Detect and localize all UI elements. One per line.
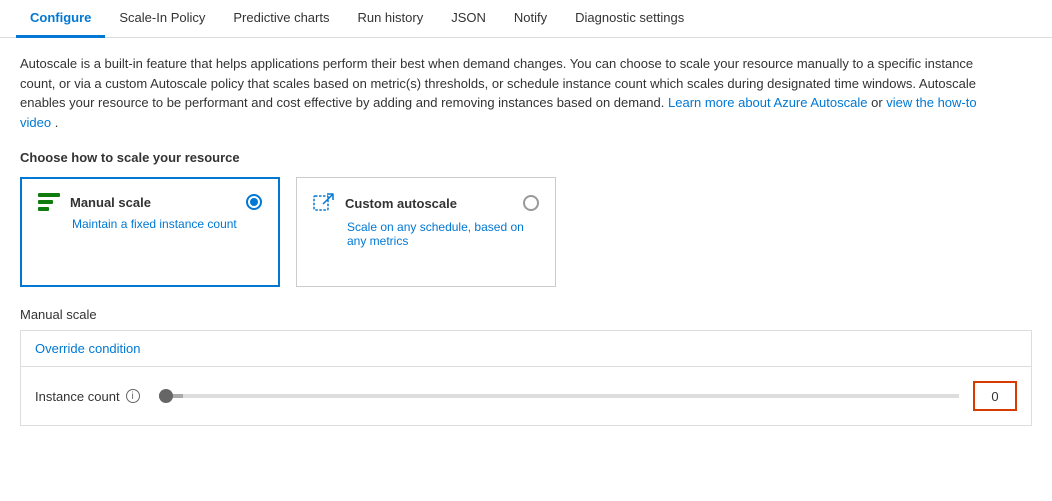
description-period: . bbox=[55, 115, 59, 130]
manual-scale-card[interactable]: Manual scale Maintain a fixed instance c… bbox=[20, 177, 280, 287]
custom-autoscale-card[interactable]: Custom autoscale Scale on any schedule, … bbox=[296, 177, 556, 287]
autoscale-icon bbox=[313, 192, 335, 214]
tab-predictive-charts[interactable]: Predictive charts bbox=[219, 0, 343, 38]
scale-cards-container: Manual scale Maintain a fixed instance c… bbox=[20, 177, 1032, 287]
instance-count-label: Instance count i bbox=[35, 389, 145, 404]
instance-count-info-icon[interactable]: i bbox=[126, 389, 140, 403]
manual-scale-section: Manual scale Override condition Instance… bbox=[20, 307, 1032, 426]
override-condition-box: Override condition Instance count i bbox=[20, 330, 1032, 426]
manual-scale-radio[interactable] bbox=[246, 194, 262, 210]
manual-scale-subtitle: Maintain a fixed instance count bbox=[72, 217, 262, 231]
slider-container bbox=[159, 394, 959, 398]
tab-run-history[interactable]: Run history bbox=[343, 0, 437, 38]
manual-scale-icon bbox=[38, 193, 60, 211]
instance-count-input[interactable] bbox=[973, 381, 1017, 411]
tab-configure[interactable]: Configure bbox=[16, 0, 105, 38]
custom-autoscale-radio[interactable] bbox=[523, 195, 539, 211]
custom-autoscale-subtitle: Scale on any schedule, based on any metr… bbox=[347, 220, 539, 248]
manual-scale-header: Manual scale bbox=[38, 193, 262, 211]
learn-more-link[interactable]: Learn more about Azure Autoscale bbox=[668, 95, 867, 110]
custom-autoscale-header: Custom autoscale bbox=[313, 192, 539, 214]
instance-count-row: Instance count i bbox=[21, 367, 1031, 425]
tab-bar: Configure Scale-In Policy Predictive cha… bbox=[0, 0, 1052, 38]
tab-diagnostic-settings[interactable]: Diagnostic settings bbox=[561, 0, 698, 38]
manual-scale-section-label: Manual scale bbox=[20, 307, 1032, 322]
manual-scale-title: Manual scale bbox=[70, 195, 236, 210]
tab-scale-in-policy[interactable]: Scale-In Policy bbox=[105, 0, 219, 38]
override-condition-header: Override condition bbox=[21, 331, 1031, 367]
instance-count-text: Instance count bbox=[35, 389, 120, 404]
tab-json[interactable]: JSON bbox=[437, 0, 500, 38]
description-text: Autoscale is a built-in feature that hel… bbox=[20, 54, 1000, 132]
custom-autoscale-title: Custom autoscale bbox=[345, 196, 513, 211]
instance-count-slider[interactable] bbox=[159, 394, 959, 398]
main-content: Autoscale is a built-in feature that hel… bbox=[0, 38, 1052, 442]
choose-section-title: Choose how to scale your resource bbox=[20, 150, 1032, 165]
description-or: or bbox=[871, 95, 886, 110]
tab-notify[interactable]: Notify bbox=[500, 0, 561, 38]
